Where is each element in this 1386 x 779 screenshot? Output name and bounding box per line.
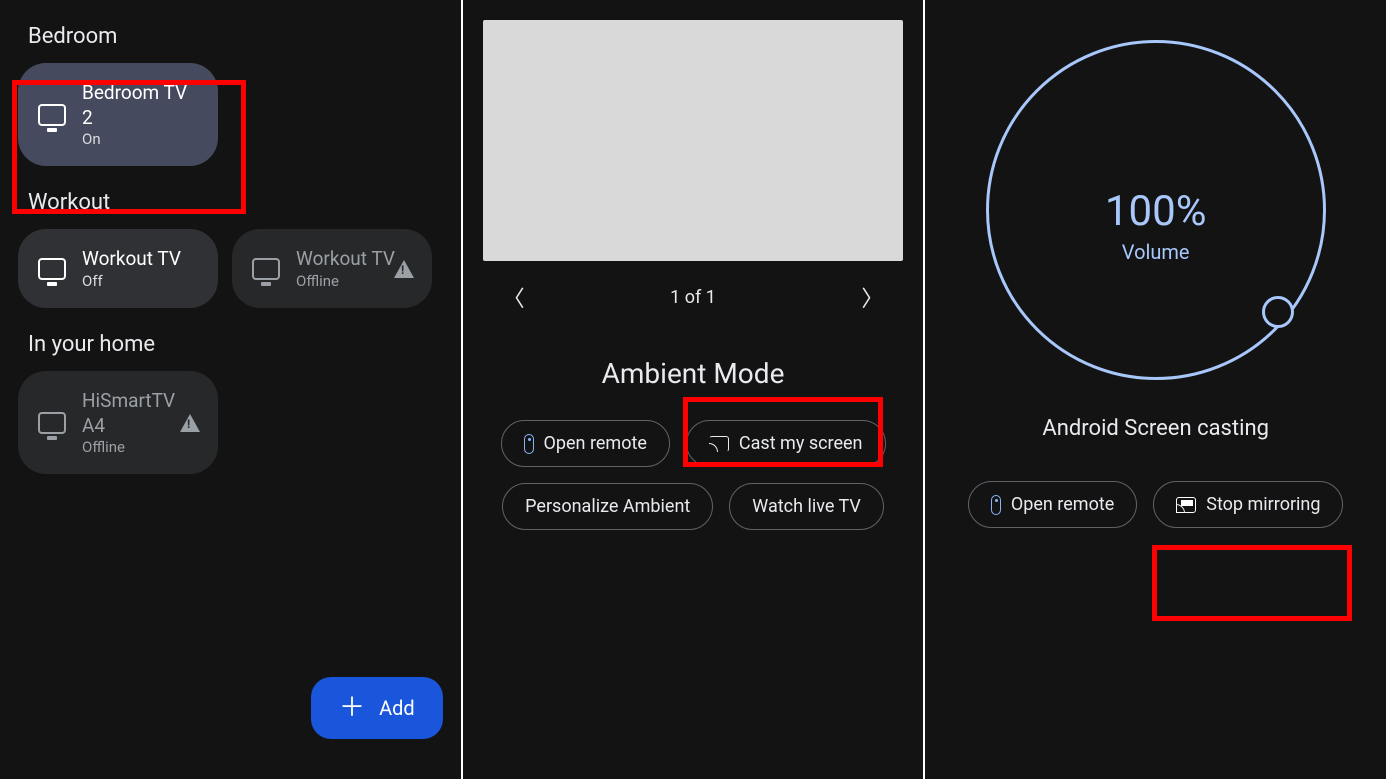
open-remote-button[interactable]: Open remote [501,420,670,467]
tv-icon [252,258,280,280]
volume-knob[interactable] [1262,296,1294,328]
device-status: Offline [296,272,395,290]
tv-icon [38,104,66,126]
tv-icon [38,258,66,280]
pager: 〈 1 of 1 〉 [463,261,924,333]
open-remote-label: Open remote [1011,494,1114,515]
section-workout-title: Workout [0,166,461,229]
personalize-ambient-button[interactable]: Personalize Ambient [502,483,713,530]
section-home-title: In your home [0,308,461,371]
preview-area [483,20,904,261]
casting-title: Android Screen casting [925,380,1386,481]
tv-icon [38,412,66,434]
device-name: Workout TV [82,247,181,272]
device-workout-tv-offline[interactable]: Workout TV Offline [232,229,432,308]
casting-panel: 100% Volume Android Screen casting Open … [925,0,1386,779]
device-status: On [82,130,198,148]
pager-text: 1 of 1 [670,287,716,308]
section-bedroom-title: Bedroom [0,0,461,63]
open-remote-button[interactable]: Open remote [968,481,1137,528]
stop-mirroring-button[interactable]: Stop mirroring [1153,481,1343,528]
device-status: Offline [82,438,198,456]
volume-percent: 100% [1105,187,1207,236]
device-hismarttv[interactable]: HiSmartTV A4 Offline [18,371,218,474]
highlight-stop-mirroring [1152,545,1352,621]
personalize-ambient-label: Personalize Ambient [525,496,690,517]
remote-icon [524,434,534,454]
cast-my-screen-button[interactable]: Cast my screen [686,420,886,467]
device-status: Off [82,272,181,290]
remote-icon [991,495,1001,515]
watch-live-tv-label: Watch live TV [752,496,861,517]
volume-dial[interactable]: 100% Volume [986,40,1326,380]
chevron-right-icon[interactable]: 〉 [861,281,883,313]
add-button[interactable]: ＋ Add [311,677,443,739]
warning-icon [180,414,200,432]
home-devices-panel: Bedroom Bedroom TV 2 On Workout Workout … [0,0,461,779]
device-name: Workout TV [296,247,395,272]
cast-icon [709,436,729,452]
watch-live-tv-button[interactable]: Watch live TV [729,483,884,530]
chevron-left-icon[interactable]: 〈 [503,281,525,313]
open-remote-label: Open remote [544,433,647,454]
device-workout-tv[interactable]: Workout TV Off [18,229,218,308]
cast-active-icon [1176,497,1196,513]
cast-my-screen-label: Cast my screen [739,433,863,454]
device-bedroom-tv-2[interactable]: Bedroom TV 2 On [18,63,218,166]
device-detail-panel: 〈 1 of 1 〉 Ambient Mode Open remote Cast… [463,0,924,779]
volume-label: Volume [1105,240,1207,264]
mode-title: Ambient Mode [463,333,924,420]
plus-icon: ＋ [339,695,365,721]
device-name: Bedroom TV 2 [82,81,198,130]
stop-mirroring-label: Stop mirroring [1206,494,1320,515]
fab-label: Add [379,696,415,720]
warning-icon [394,260,414,278]
